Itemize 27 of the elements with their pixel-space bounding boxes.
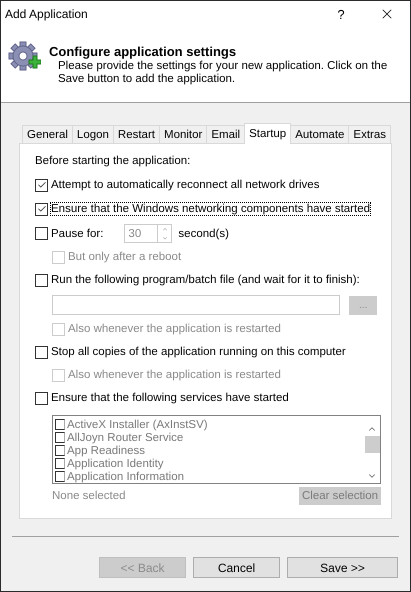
help-button[interactable]: ?: [318, 1, 364, 27]
tab[interactable]: Startup: [244, 123, 292, 144]
header-title: Configure application settings: [49, 44, 238, 59]
checkbox[interactable]: [35, 178, 48, 192]
checkbox[interactable]: [35, 202, 48, 216]
dialog-button[interactable]: Cancel: [193, 557, 280, 578]
check-icon: [36, 204, 46, 214]
checkbox[interactable]: [35, 274, 48, 286]
window-title: Add Application: [5, 7, 89, 21]
unit-label: second(s): [178, 228, 229, 240]
checkbox-label[interactable]: Attempt to automatically reconnect all network drives: [51, 179, 320, 191]
checkbox[interactable]: [35, 392, 48, 404]
check-icon: [36, 180, 46, 190]
checkbox-label[interactable]: Pause for:: [51, 228, 104, 240]
checkbox-label[interactable]: Ensure that the Windows networking components have started: [51, 203, 370, 215]
checkbox-label[interactable]: Ensure that the following services have started: [51, 392, 289, 404]
selection-status: None selected: [52, 490, 126, 502]
tab[interactable]: Logon: [72, 125, 114, 143]
checkbox-label[interactable]: Stop all copies of the application running on this computer: [51, 346, 346, 358]
tab[interactable]: General: [22, 125, 73, 143]
section-heading: Before starting the application:: [35, 155, 192, 169]
header-description: Please provide the settings for your new application. Click on the Save button to add the application.: [58, 60, 388, 86]
checkbox-label[interactable]: Run the following program/batch file (and wait for it to finish):: [51, 274, 360, 286]
checkbox[interactable]: [35, 227, 48, 240]
tab[interactable]: Extras: [348, 125, 392, 143]
checkbox[interactable]: [35, 346, 48, 358]
dialog-button[interactable]: Save >>: [287, 557, 398, 578]
